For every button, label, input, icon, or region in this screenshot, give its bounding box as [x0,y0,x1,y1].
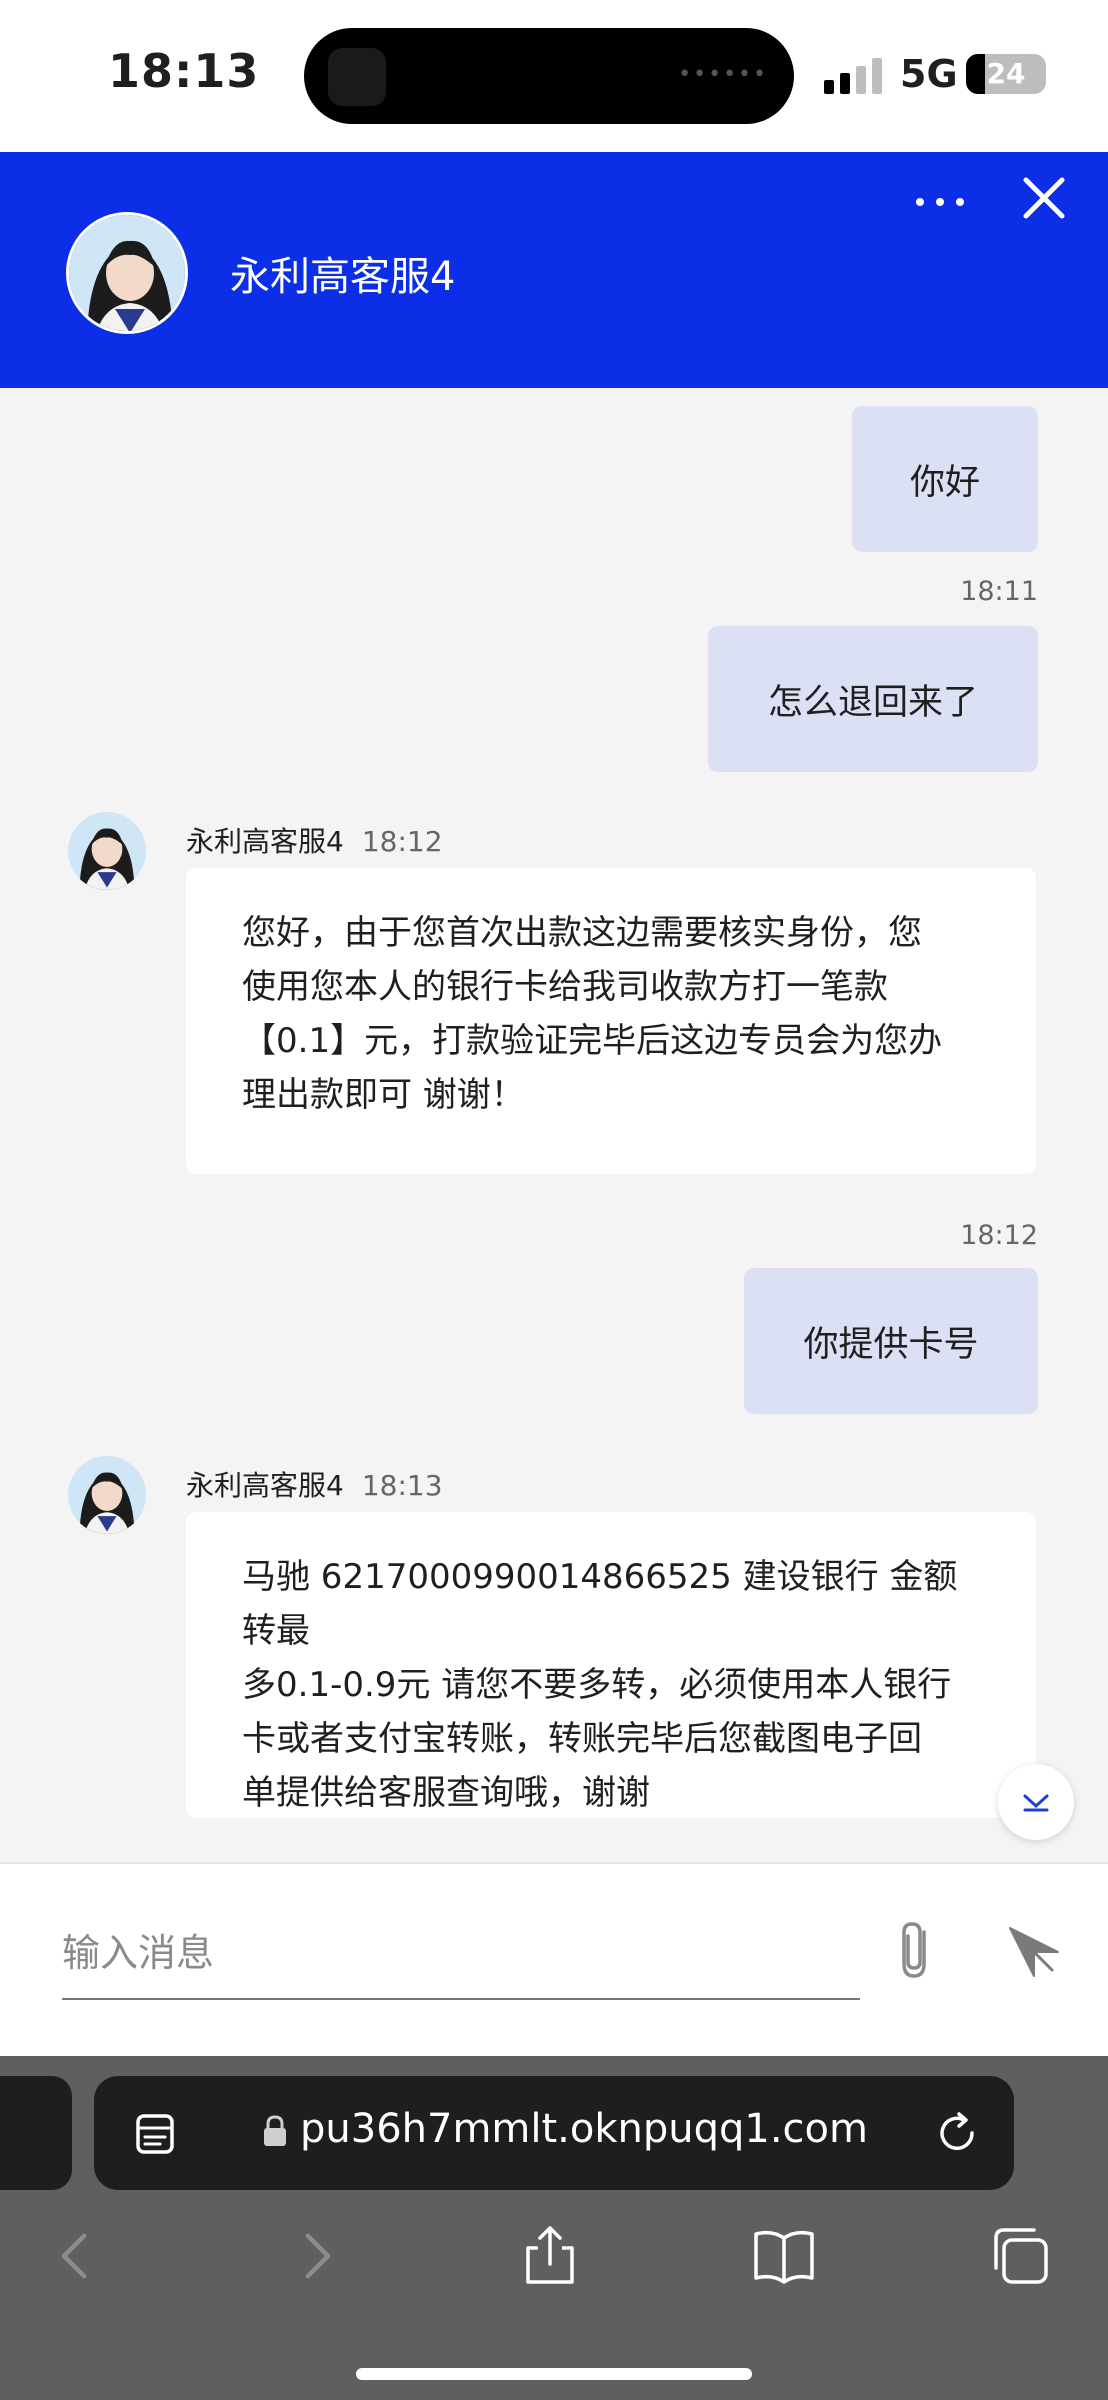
outgoing-message: 你好 [852,406,1038,552]
back-icon[interactable] [44,2224,108,2288]
outgoing-message: 怎么退回来了 [708,626,1038,772]
sender-time: 18:13 [361,1469,443,1502]
signal-icon [824,58,882,94]
message-line: 您好，由于您首次出款这边需要核实身份，您 [242,913,922,953]
lock-icon [264,2115,286,2146]
agent-name: 永利高客服4 [230,254,456,300]
battery-level: 24 [986,57,1026,90]
agent-avatar [66,212,188,334]
outgoing-message: 你提供卡号 [744,1268,1038,1414]
incoming-bubble: 马驰 6217000990014866525 建设银行 金额转最 多0.1-0.… [186,1512,1036,1818]
network-type: 5G [900,52,958,96]
sender-line: 永利高客服4 18:12 [186,820,443,860]
message-text: 你好 [909,462,980,503]
address-bar[interactable]: pu36h7mmlt.oknpuqq1.com [94,2076,1014,2190]
incoming-bubble: 您好，由于您首次出款这边需要核实身份，您 使用您本人的银行卡给我司收款方打一笔款… [186,868,1036,1174]
reload-icon[interactable] [934,2110,980,2156]
sender-line: 永利高客服4 18:13 [186,1464,443,1504]
dynamic-island: •••••• [304,28,794,124]
sender-time: 18:12 [361,825,443,858]
attach-icon[interactable] [890,1918,942,1984]
message-text: 怎么退回来了 [767,682,978,723]
status-time: 18:13 [108,44,260,98]
more-icon[interactable] [910,182,970,222]
message-list[interactable]: 你好 18:11 怎么退回来了 永利高客服4 18:12 您好，由于您首次出款这边… [0,388,1108,1862]
message-timestamp: 18:12 [960,1220,1038,1251]
agent-avatar-small [68,1456,146,1534]
message-input[interactable] [62,1908,860,2000]
message-timestamp: 18:11 [960,576,1038,607]
message-text: 你提供卡号 [803,1324,979,1365]
send-icon[interactable] [1004,1922,1062,1980]
battery-icon: 24 [966,54,1046,94]
bookmarks-icon[interactable] [752,2224,816,2288]
message-line: 单提供给客服查询哦，谢谢 [242,1773,650,1813]
composer [0,1862,1108,2056]
url-text[interactable]: pu36h7mmlt.oknpuqq1.com [300,2106,868,2152]
message-line: 多0.1-0.9元 请您不要多转，必须使用本人银行 [242,1665,952,1705]
previous-tab[interactable] [0,2076,72,2190]
browser-chrome: pu36h7mmlt.oknpuqq1.com [0,2056,1108,2400]
message-line: 马驰 6217000990014866525 建设银行 金额转最 [242,1557,958,1651]
scroll-down-button[interactable] [998,1764,1074,1840]
tabs-icon[interactable] [988,2224,1052,2288]
share-icon[interactable] [518,2224,582,2288]
agent-avatar-small [68,812,146,890]
island-dots-icon: •••••• [678,62,768,87]
status-bar: 18:13 •••••• 5G 24 [0,0,1108,152]
camera-icon [328,48,386,106]
sender-name: 永利高客服4 [186,825,344,858]
close-icon[interactable] [1018,172,1070,224]
message-line: 【0.1】元，打款验证完毕后这边专员会为您办 [242,1021,943,1061]
message-line: 理出款即可 谢谢！ [242,1075,525,1115]
forward-icon[interactable] [284,2224,348,2288]
reader-icon[interactable] [134,2112,176,2156]
home-indicator[interactable] [356,2368,752,2380]
chat-header: 永利高客服4 [0,152,1108,388]
sender-name: 永利高客服4 [186,1469,344,1502]
message-line: 卡或者支付宝转账，转账完毕后您截图电子回 [242,1719,922,1759]
scroll-down-icon [1023,1794,1049,1812]
message-line: 使用您本人的银行卡给我司收款方打一笔款 [242,967,888,1007]
